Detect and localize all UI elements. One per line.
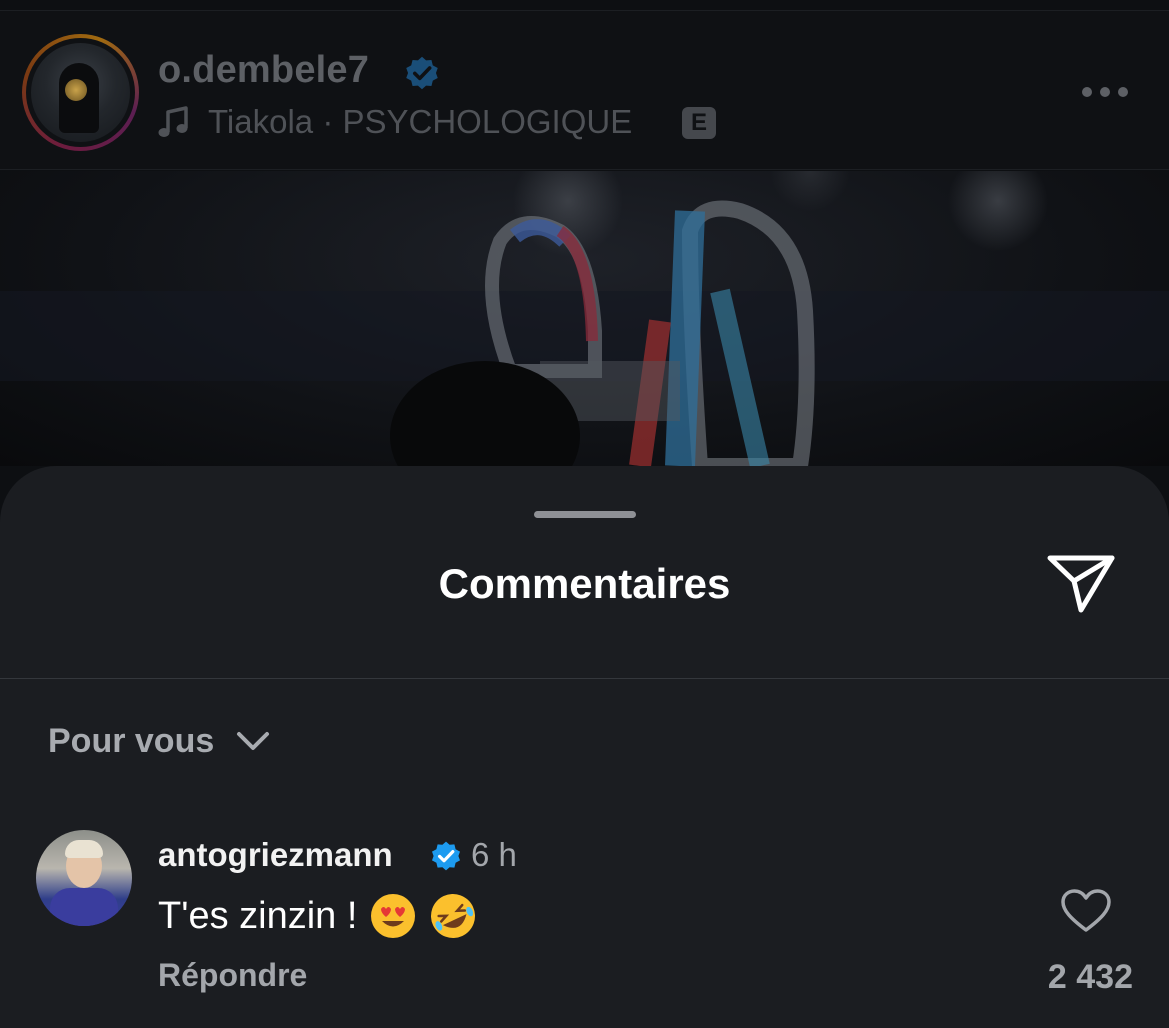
paper-plane-icon[interactable] [1044,550,1118,614]
chevron-down-icon [237,732,270,750]
reply-button[interactable]: Répondre [158,957,307,994]
music-note-icon [158,106,188,137]
comment-timestamp: 6 h [471,836,517,873]
explicit-badge: E [682,107,716,139]
comment-item: antogriezmann 6 h T'es zinzin ! Répondre… [0,826,1169,1016]
verified-badge-icon [406,56,438,90]
avatar-frame [26,38,135,147]
story-avatar[interactable] [22,34,139,151]
comment-body: T'es zinzin ! [158,894,358,937]
comment-username[interactable]: antogriezmann [158,836,393,874]
heart-eyes-emoji-icon [371,894,416,938]
verified-badge-icon [432,841,460,871]
comment-text: T'es zinzin ! [158,892,477,940]
more-options-icon[interactable] [1080,85,1130,99]
avatar-photo [31,43,130,142]
sort-label: Pour vous [48,721,215,760]
post-image [0,171,1169,466]
song-name[interactable]: Tiakola · PSYCHOLOGIQUE [208,103,632,141]
sheet-divider [0,678,1169,679]
post-username[interactable]: o.dembele7 [158,49,369,92]
sheet-grabber[interactable] [534,511,636,518]
rolling-laughing-emoji-icon [431,894,476,938]
heart-icon[interactable] [1060,888,1112,934]
like-count: 2 432 [1047,958,1133,996]
sheet-title: Commentaires [438,560,731,607]
sort-dropdown[interactable]: Pour vous [48,718,270,764]
post-header: o.dembele7 Tiakola · PSYCHOLOGIQUE E [0,10,1169,170]
commenter-avatar[interactable] [36,830,132,926]
trophy-photo [0,171,1169,466]
comments-sheet: Commentaires Pour vous antogriezmann 6 h… [0,466,1169,1028]
